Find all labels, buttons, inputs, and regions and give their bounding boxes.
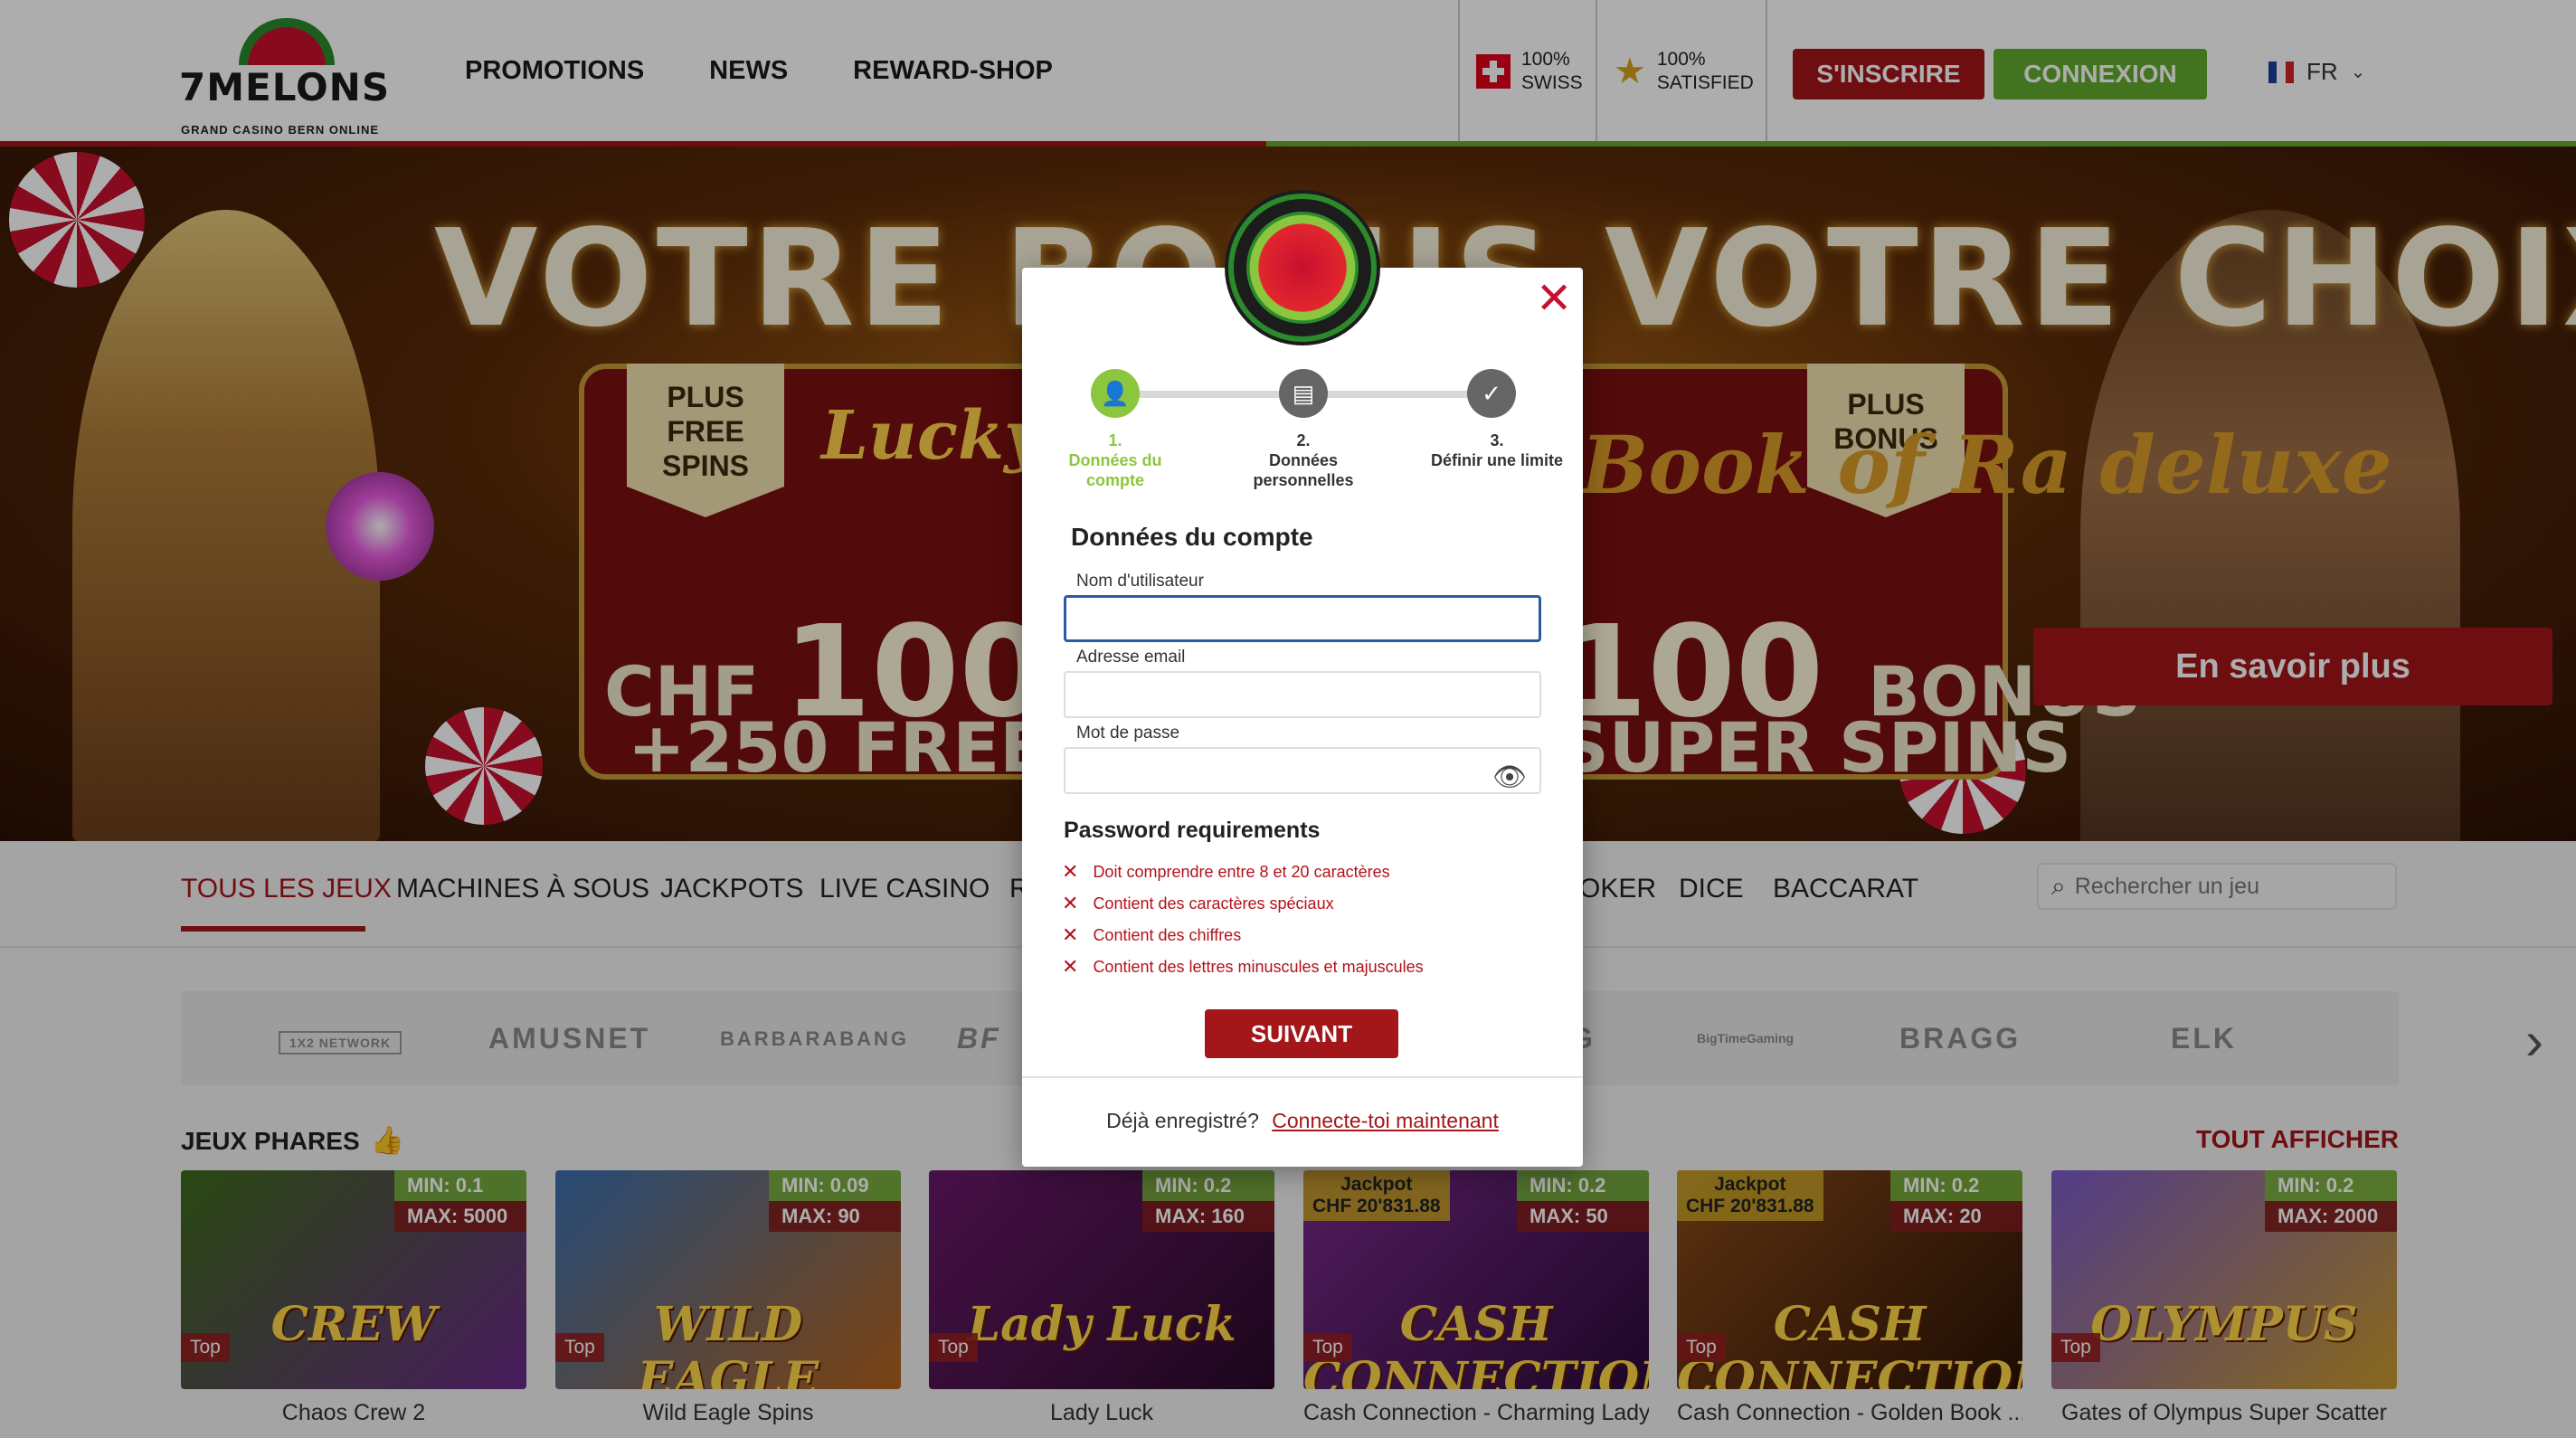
cross-icon: ✕ [1062,956,1079,979]
step-2-label: 2. Données personnelles [1226,430,1380,490]
step-3-label: 3. Définir une limite [1415,430,1579,470]
id-card-icon: ▤ [1279,369,1328,418]
melon-logo-icon [1228,194,1377,342]
requirement-text: Contient des chiffres [1093,926,1242,944]
already-registered-text: Déjà enregistré? [1106,1109,1259,1132]
step-1-label: 1. Données du compte [1038,430,1192,490]
username-label: Nom d'utilisateur [1076,572,1204,591]
step-connector [1302,391,1491,398]
email-field[interactable] [1064,671,1541,718]
close-icon[interactable]: ✕ [1536,275,1572,322]
step-number: 1. [1108,431,1122,449]
cross-icon: ✕ [1062,861,1079,884]
password-label: Mot de passe [1076,724,1180,743]
requirement-text: Contient des caractères spéciaux [1093,894,1334,913]
email-label: Adresse email [1076,648,1186,667]
form-title: Données du compte [1071,523,1313,551]
modal-footer: Déjà enregistré? Connecte-toi maintenant [1022,1109,1583,1133]
registration-modal: ✕ 👤 ▤ ✓ 1. Données du compte 2. Données … [1022,268,1583,1167]
password-requirements-title: Password requirements [1064,818,1321,843]
login-now-link[interactable]: Connecte-toi maintenant [1272,1109,1499,1132]
username-field[interactable] [1064,595,1541,642]
step-title: Définir une limite [1430,451,1564,469]
requirement-item: ✕ Doit comprendre entre 8 et 20 caractèr… [1062,861,1390,884]
step-title: Données du compte [1068,451,1162,489]
requirement-text: Contient des lettres minuscules et majus… [1093,958,1424,976]
modal-divider [1022,1076,1583,1078]
user-icon: 👤 [1091,369,1140,418]
step-connector [1114,391,1301,398]
requirement-item: ✕ Contient des caractères spéciaux [1062,893,1334,915]
step-number: 2. [1296,431,1311,449]
cross-icon: ✕ [1062,924,1079,947]
requirement-item: ✕ Contient des chiffres [1062,924,1241,947]
step-number: 3. [1490,431,1504,449]
password-field[interactable] [1064,747,1541,794]
eye-icon[interactable]: 👁 [1492,762,1527,793]
requirement-text: Doit comprendre entre 8 et 20 caractères [1093,863,1390,881]
next-button[interactable]: SUIVANT [1205,1009,1398,1058]
registration-steps: 👤 ▤ ✓ 1. Données du compte 2. Données pe… [1022,367,1583,494]
cross-icon: ✕ [1062,893,1079,915]
requirement-item: ✕ Contient des lettres minuscules et maj… [1062,956,1424,979]
step-title: Données personnelles [1253,451,1354,489]
check-circle-icon: ✓ [1467,369,1516,418]
